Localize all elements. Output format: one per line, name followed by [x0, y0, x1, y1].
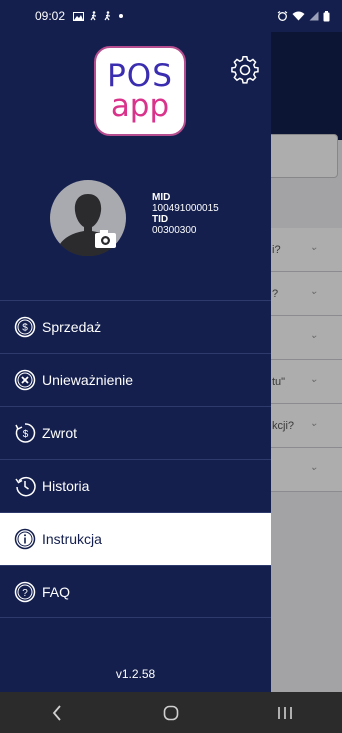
svg-text:$: $: [23, 429, 29, 440]
status-bar: 09:02: [0, 0, 342, 32]
menu-label: Sprzedaż: [42, 319, 102, 335]
status-time: 09:02: [35, 9, 66, 23]
menu-label: Historia: [42, 478, 90, 494]
status-icons-left: [73, 11, 124, 21]
menu-label: Zwrot: [42, 425, 77, 441]
signal-icon: [309, 11, 319, 21]
recents-button[interactable]: [265, 698, 305, 728]
posapp-logo: POS app: [94, 46, 186, 136]
home-icon: [163, 705, 179, 720]
wifi-icon: [292, 11, 305, 21]
back-icon: [52, 704, 61, 721]
dot-icon: [119, 14, 124, 18]
home-button[interactable]: [151, 698, 191, 728]
user-silhouette-icon[interactable]: [50, 180, 126, 256]
walk-icon: [90, 11, 97, 21]
svg-text:$: $: [22, 323, 28, 334]
battery-icon: [323, 10, 330, 21]
refund-icon: $: [15, 423, 36, 443]
menu-item-sprzedaz[interactable]: $ Sprzedaż: [0, 300, 271, 353]
menu-item-instrukcja[interactable]: Instrukcja: [0, 512, 271, 565]
menu-label: Instrukcja: [42, 531, 102, 547]
question-icon: ?: [14, 581, 36, 602]
alarm-icon: [277, 11, 288, 21]
back-button[interactable]: [37, 698, 77, 728]
svg-text:?: ?: [22, 588, 28, 599]
x-circle-icon: [14, 369, 36, 391]
tid-value: 00300300: [152, 225, 197, 236]
menu-item-uniewaznienie[interactable]: Unieważnienie: [0, 353, 271, 406]
gallery-icon: [73, 11, 85, 21]
mid-label: MID: [152, 192, 171, 203]
menu-label: FAQ: [42, 583, 71, 600]
info-icon: [14, 528, 36, 550]
tid-label: TID: [152, 214, 169, 225]
navigation-drawer: POS app MID 100491000015 TID 00300300 $ …: [0, 32, 271, 692]
gear-icon[interactable]: [231, 56, 261, 86]
status-icons-right: [277, 10, 330, 22]
logo-text-pos: POS: [107, 58, 173, 94]
history-icon: [15, 476, 36, 497]
dollar-circle-icon: $: [14, 316, 36, 338]
merchant-info: MID 100491000015 TID 00300300: [152, 192, 219, 236]
system-nav-bar: [0, 692, 342, 733]
menu-item-historia[interactable]: Historia: [0, 459, 271, 512]
drawer-menu: $ Sprzedaż Unieważnienie $ Zwrot Histori…: [0, 300, 271, 618]
recents-icon: [278, 706, 292, 719]
menu-item-faq[interactable]: ? FAQ: [0, 565, 271, 618]
menu-item-zwrot[interactable]: $ Zwrot: [0, 406, 271, 459]
menu-label: Unieważnienie: [42, 372, 134, 388]
walk-icon: [104, 11, 111, 21]
mid-value: 100491000015: [152, 203, 219, 214]
app-version: v1.2.58: [115, 667, 156, 681]
logo-text-app: app: [110, 88, 170, 124]
